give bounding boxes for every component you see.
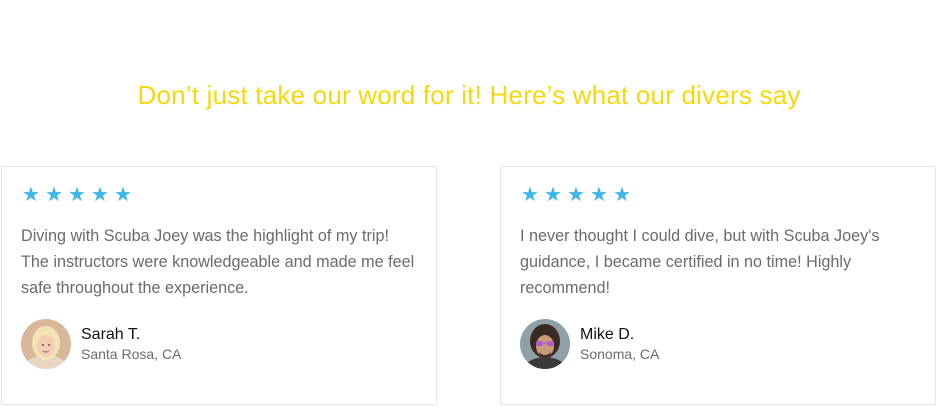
star-icon: ★	[91, 184, 109, 206]
star-icon: ★	[114, 184, 132, 206]
star-icon: ★	[544, 184, 562, 206]
author-name: Mike D.	[580, 326, 635, 343]
review-text: Diving with Scuba Joey was the highlight…	[21, 227, 415, 297]
star-rating: ★ ★ ★ ★ ★	[21, 182, 133, 208]
avatar	[21, 319, 71, 369]
star-rating: ★ ★ ★ ★ ★	[520, 182, 632, 208]
star-icon: ★	[590, 184, 608, 206]
star-icon: ★	[521, 184, 539, 206]
star-icon: ★	[613, 184, 631, 206]
review-author: Mike D. Sonoma, CA	[520, 319, 659, 369]
review-card: ★ ★ ★ ★ ★ Diving with Scuba Joey was the…	[1, 166, 437, 405]
review-card: ★ ★ ★ ★ ★ I never thought I could dive, …	[500, 166, 936, 405]
avatar	[520, 319, 570, 369]
section-heading: Don’t just take our word for it! Here’s …	[137, 80, 801, 110]
star-icon: ★	[68, 184, 86, 206]
star-icon: ★	[567, 184, 585, 206]
star-icon: ★	[22, 184, 40, 206]
review-author: Sarah T. Santa Rosa, CA	[21, 319, 181, 369]
star-icon: ★	[45, 184, 63, 206]
author-name: Sarah T.	[81, 326, 141, 343]
author-location: Sonoma, CA	[580, 346, 660, 362]
author-location: Santa Rosa, CA	[81, 346, 182, 362]
review-text: I never thought I could dive, but with S…	[520, 227, 880, 297]
